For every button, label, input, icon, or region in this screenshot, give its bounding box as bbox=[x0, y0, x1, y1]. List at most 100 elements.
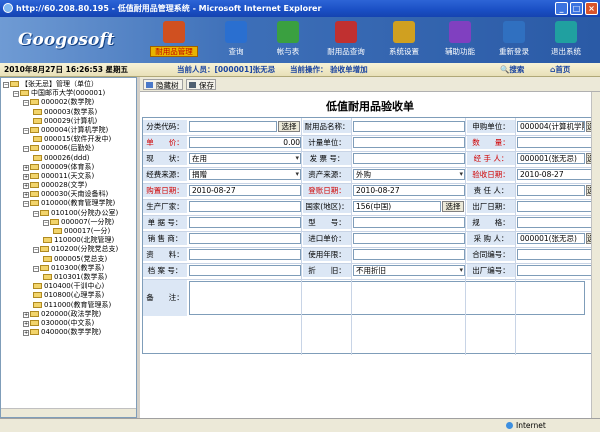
tree-node[interactable]: 000005(党总支) bbox=[3, 255, 118, 264]
expand-toggle-icon[interactable]: − bbox=[33, 210, 39, 217]
factory_no-field[interactable] bbox=[517, 265, 595, 276]
expand-toggle-icon[interactable]: − bbox=[3, 82, 9, 88]
save-button[interactable]: 保存 bbox=[186, 79, 216, 90]
expand-toggle-icon[interactable]: − bbox=[23, 127, 29, 134]
tree-node[interactable]: +000011(天文系) bbox=[3, 172, 118, 181]
tree-node[interactable]: +040000(数学学院) bbox=[3, 328, 118, 337]
nav-button-2[interactable]: 帐与表 bbox=[260, 19, 316, 61]
expand-toggle-icon[interactable]: − bbox=[23, 201, 29, 208]
tree-node[interactable]: 000029(计算机) bbox=[3, 117, 118, 126]
tree-node[interactable]: − 010300(教学系) bbox=[3, 264, 118, 273]
buyer-field[interactable]: 000001(张无忌) bbox=[517, 233, 585, 244]
handler-label: 经 手 人： bbox=[467, 152, 515, 165]
tree-node[interactable]: − 000002(数学院) bbox=[3, 98, 118, 107]
asset_source-field[interactable]: 外购 bbox=[353, 169, 465, 180]
tree-node[interactable]: 000017(一分) bbox=[3, 227, 118, 236]
tree-node[interactable]: − 000004(计算机学院) bbox=[3, 126, 118, 135]
search-link[interactable]: 🔍搜索 bbox=[500, 63, 524, 77]
tree-node[interactable]: +000009(体育系) bbox=[3, 163, 118, 172]
use_years-field[interactable] bbox=[353, 249, 465, 260]
expand-toggle-icon[interactable]: + bbox=[23, 192, 29, 199]
invoice_no-field[interactable] bbox=[353, 153, 465, 164]
expand-toggle-icon[interactable]: − bbox=[33, 247, 39, 254]
ledger-icon bbox=[277, 21, 299, 43]
nav-button-7[interactable]: 退出系统 bbox=[538, 19, 594, 61]
invoice_count-label: 单 据 号： bbox=[143, 216, 187, 229]
expand-toggle-icon[interactable]: + bbox=[23, 183, 29, 190]
accept_date-field[interactable]: 2010-08-27 bbox=[517, 169, 595, 180]
purchase_date-field[interactable]: 2010-08-27 bbox=[189, 185, 301, 196]
tree-node[interactable]: − 010100(分院办公室) bbox=[3, 209, 118, 218]
materials-field[interactable] bbox=[189, 249, 301, 260]
tree-node[interactable]: 010400(干训中心) bbox=[3, 282, 118, 291]
factory_date-field[interactable] bbox=[517, 201, 595, 212]
tree-node[interactable]: +000028(文学) bbox=[3, 181, 118, 190]
expand-toggle-icon[interactable]: + bbox=[23, 311, 29, 318]
tree-node[interactable]: 000015(软件开发中) bbox=[3, 135, 118, 144]
funding-field[interactable]: 捐赠 bbox=[189, 169, 301, 180]
tree-node[interactable]: 010301(数学系) bbox=[3, 273, 118, 282]
expand-toggle-icon[interactable]: − bbox=[43, 219, 49, 226]
contract_no-field[interactable] bbox=[517, 249, 595, 260]
depreciation-field[interactable]: 不用折旧 bbox=[353, 265, 465, 276]
hide-tree-button[interactable]: 隐藏树 bbox=[143, 79, 183, 90]
nav-button-4[interactable]: 系统设置 bbox=[376, 19, 432, 61]
tree-node[interactable]: − 【张无忌】管理（单位） bbox=[3, 80, 118, 89]
nav-button-6[interactable]: 重新登录 bbox=[486, 19, 542, 61]
tree-node-label: 000029(计算机) bbox=[44, 116, 98, 125]
main-vscrollbar[interactable] bbox=[591, 92, 600, 418]
tree-node[interactable]: − 010200(分院党总支) bbox=[3, 245, 118, 254]
spec-field[interactable] bbox=[517, 217, 595, 228]
purchase_unit-field[interactable]: 000004(计算机学院) bbox=[517, 121, 585, 132]
home-link[interactable]: ⌂首页 bbox=[550, 63, 570, 77]
archive_no-field[interactable] bbox=[189, 265, 301, 276]
expand-toggle-icon[interactable]: + bbox=[23, 320, 29, 327]
expand-toggle-icon[interactable]: − bbox=[13, 91, 19, 98]
expand-toggle-icon[interactable]: + bbox=[23, 164, 29, 171]
quantity-field[interactable] bbox=[517, 137, 595, 148]
expand-toggle-icon[interactable]: − bbox=[23, 146, 29, 153]
close-button[interactable]: × bbox=[585, 2, 598, 15]
nav-button-5[interactable]: 辅助功能 bbox=[432, 19, 488, 61]
category_code-field[interactable] bbox=[189, 121, 277, 132]
status-bar: Internet bbox=[0, 418, 600, 432]
expand-toggle-icon[interactable]: − bbox=[23, 100, 29, 107]
remarks-field[interactable] bbox=[189, 281, 585, 315]
tree-node[interactable]: − 中国邮币大学(000001) bbox=[3, 89, 118, 98]
nav-button-3[interactable]: 耐用品查询 bbox=[318, 19, 374, 61]
country-field[interactable]: 156(中国) bbox=[353, 201, 441, 212]
responsible-field[interactable] bbox=[517, 185, 585, 196]
relogin-icon bbox=[503, 21, 525, 43]
status-field[interactable]: 在用 bbox=[189, 153, 301, 164]
maximize-button[interactable]: □ bbox=[570, 2, 583, 15]
tree-node[interactable]: +020000(政法学院) bbox=[3, 310, 118, 319]
manufacturer-field[interactable] bbox=[189, 201, 301, 212]
name-field[interactable] bbox=[353, 121, 465, 132]
expand-toggle-icon[interactable]: + bbox=[23, 330, 29, 337]
nav-button-0[interactable]: 耐用品管理 bbox=[146, 19, 202, 61]
invoice_count-field[interactable] bbox=[189, 217, 301, 228]
tree-node[interactable]: − 000007(一分院) bbox=[3, 218, 118, 227]
booking_date-field[interactable]: 2010-08-27 bbox=[353, 185, 465, 196]
tree-node[interactable]: 000026(ddd) bbox=[3, 154, 118, 163]
tree-node[interactable]: 010800(心理学系) bbox=[3, 291, 118, 300]
tree-node[interactable]: +030000(中文系) bbox=[3, 319, 118, 328]
tree-node[interactable]: 110000(北院管理) bbox=[3, 236, 118, 245]
country-select-button[interactable]: 选择 bbox=[442, 201, 464, 212]
measure_unit-field[interactable] bbox=[353, 137, 465, 148]
import_unit-field[interactable] bbox=[353, 233, 465, 244]
minimize-button[interactable]: _ bbox=[555, 2, 568, 15]
model-field[interactable] bbox=[353, 217, 465, 228]
handler-field[interactable]: 000001(张无忌) bbox=[517, 153, 585, 164]
unit_price-field[interactable]: 0.00 bbox=[189, 137, 301, 148]
seller-field[interactable] bbox=[189, 233, 301, 244]
expand-toggle-icon[interactable]: − bbox=[33, 265, 39, 272]
tree-node[interactable]: − 010000(教育管理学院) bbox=[3, 199, 118, 208]
expand-toggle-icon[interactable]: + bbox=[23, 173, 29, 180]
nav-button-1[interactable]: 查询 bbox=[208, 19, 264, 61]
tree-node[interactable]: 000003(数学系) bbox=[3, 108, 118, 117]
tree-node[interactable]: 011000(教育管理系) bbox=[3, 301, 118, 310]
category_code-select-button[interactable]: 选择 bbox=[278, 121, 300, 132]
tree-node[interactable]: − 000006(后勤处) bbox=[3, 144, 118, 153]
tree-hscrollbar[interactable] bbox=[1, 408, 136, 417]
